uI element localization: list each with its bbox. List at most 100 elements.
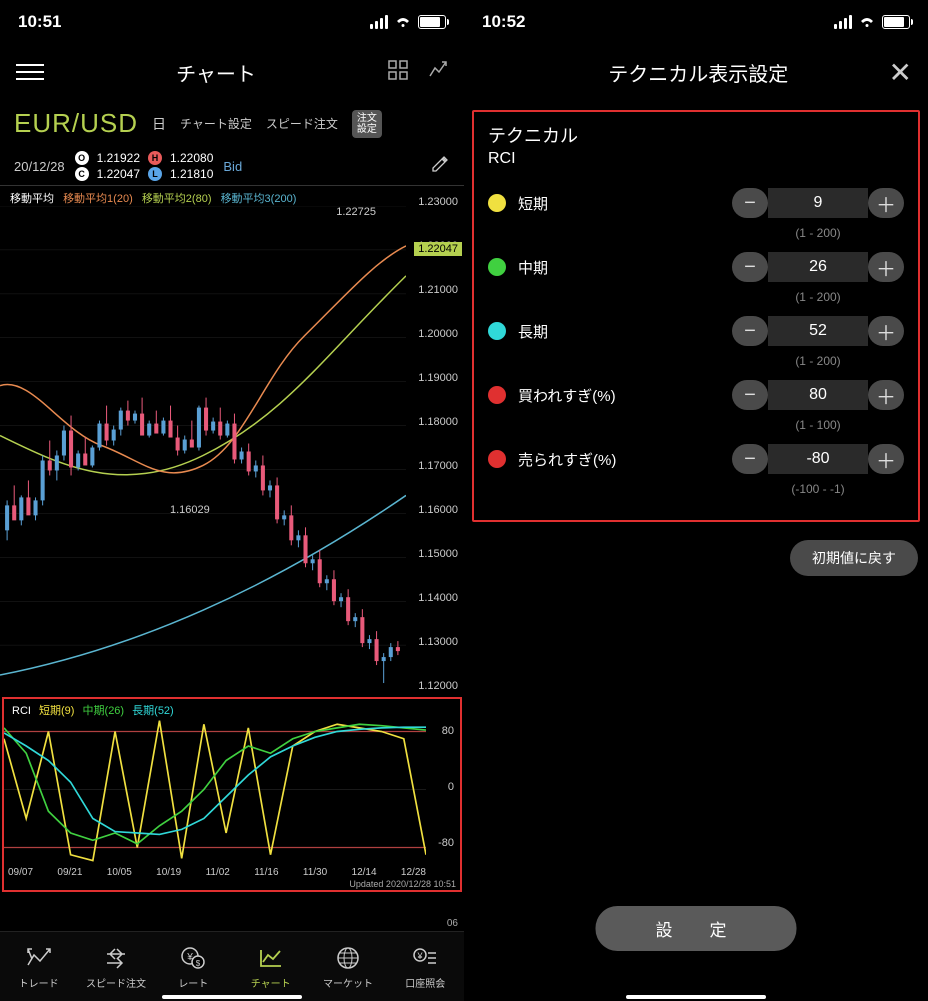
setting-label: 買われすぎ(%) [518,385,732,406]
stepper-value[interactable]: 52 [768,316,868,346]
home-indicator[interactable] [626,995,766,999]
status-indicators [370,15,446,29]
rci-x-axis: 09/0709/2110/0510/1911/0211/1611/3012/14… [8,867,426,878]
setting-row-2: 長期 − 52 ＋ [488,310,904,352]
setting-label: 長期 [518,321,732,342]
decrement-button[interactable]: − [732,444,768,474]
close-icon: C [75,167,89,181]
status-bar: 10:52 [464,0,928,44]
nav-chart[interactable]: チャート [232,932,309,1001]
layout-icon[interactable] [388,60,408,85]
symbol-bar: EUR/USD 日 チャート設定 スピード注文 注文設定 [0,100,464,147]
chart-settings-link[interactable]: チャート設定 [180,115,252,132]
chart-type-icon[interactable] [428,60,448,85]
period[interactable]: 日 [152,114,166,134]
bid-label[interactable]: Bid [223,159,242,174]
setting-range: (1 - 200) [732,354,904,368]
setting-range: (-100 - -1) [732,482,904,496]
stepper-value[interactable]: -80 [768,444,868,474]
stepper: − 26 ＋ [732,252,904,282]
setting-range: (1 - 200) [732,226,904,240]
technical-settings-panel: テクニカル RCI 短期 − 9 ＋ (1 - 200) 中期 − 26 ＋ (… [472,110,920,522]
status-time: 10:51 [18,12,61,32]
increment-button[interactable]: ＋ [868,188,904,218]
rci-svg [4,717,426,862]
setting-row-4: 売られすぎ(%) − -80 ＋ [488,438,904,480]
main-chart[interactable]: 移動平均 移動平均1(20) 移動平均2(80) 移動平均3(200) 1.23… [0,185,464,695]
header: チャート [0,44,464,100]
panel-subtitle: RCI [488,150,904,168]
edit-icon[interactable] [430,154,450,179]
date: 20/12/28 [14,159,65,174]
stepper-value[interactable]: 80 [768,380,868,410]
apply-button[interactable]: 設 定 [596,906,797,951]
setting-label: 短期 [518,193,732,214]
decrement-button[interactable]: − [732,188,768,218]
setting-row-0: 短期 − 9 ＋ [488,182,904,224]
open-icon: O [75,151,89,165]
nav-trade[interactable]: トレード [0,932,77,1001]
header-title: チャート [176,58,256,87]
rci-y-axis: 80 0 -80 [428,717,458,862]
market-icon [336,944,360,972]
settings-screen: 10:52 テクニカル表示設定 ✕ テクニカル RCI 短期 − 9 ＋ [464,0,928,1001]
svg-text:$: $ [196,959,201,968]
high-icon: H [148,151,162,165]
header: テクニカル表示設定 ✕ [464,44,928,100]
rci-chart[interactable]: RCI 短期(9) 中期(26) 長期(52) 80 0 -80 09/0709… [2,697,462,892]
candlestick-svg [0,206,406,695]
increment-button[interactable]: ＋ [868,380,904,410]
reset-button[interactable]: 初期値に戻す [790,540,918,576]
color-dot [488,386,506,404]
decrement-button[interactable]: − [732,380,768,410]
nav-speed[interactable]: スピード注文 [77,932,154,1001]
battery-icon [418,15,446,29]
increment-button[interactable]: ＋ [868,444,904,474]
rci-legend: RCI 短期(9) 中期(26) 長期(52) [12,702,179,718]
stepper: − -80 ＋ [732,444,904,474]
low-annotation: 1.16029 [170,504,210,516]
wifi-icon [394,15,412,29]
high-annotation: 1.22725 [336,206,376,218]
ma-legend: 移動平均 移動平均1(20) 移動平均2(80) 移動平均3(200) [10,190,302,206]
stepper: − 52 ＋ [732,316,904,346]
wifi-icon [858,15,876,29]
stepper-value[interactable]: 9 [768,188,868,218]
close-button[interactable]: ✕ [889,56,912,89]
stepper-value[interactable]: 26 [768,252,868,282]
nav-rate[interactable]: ¥$ レート [155,932,232,1001]
nav-account[interactable]: ¥ 口座照会 [387,932,464,1001]
chart-icon [258,944,284,972]
header-title: テクニカル表示設定 [608,58,788,87]
increment-button[interactable]: ＋ [868,316,904,346]
panel-title: テクニカル [488,122,904,148]
increment-button[interactable]: ＋ [868,252,904,282]
symbol[interactable]: EUR/USD [14,108,138,139]
extra-tick: 06 [447,918,458,929]
setting-row-3: 買われすぎ(%) − 80 ＋ [488,374,904,416]
status-indicators [834,15,910,29]
price-info: 20/12/28 O1.21922 H1.22080 C1.22047 L1.2… [0,147,464,185]
color-dot [488,194,506,212]
decrement-button[interactable]: − [732,316,768,346]
order-settings-button[interactable]: 注文設定 [352,110,382,138]
ohlc-values: O1.21922 H1.22080 C1.22047 L1.21810 [75,151,214,181]
y-axis: 1.230001.220001.210001.200001.190001.180… [406,186,464,695]
battery-icon [882,15,910,29]
current-price-label: 1.22047 [414,242,462,256]
rate-icon: ¥$ [180,944,206,972]
speed-order-link[interactable]: スピード注文 [266,115,338,132]
setting-label: 売られすぎ(%) [518,449,732,470]
low-icon: L [148,167,162,181]
setting-range: (1 - 200) [732,290,904,304]
signal-icon [834,15,852,29]
account-icon: ¥ [412,944,438,972]
nav-market[interactable]: マーケット [309,932,386,1001]
setting-range: (1 - 100) [732,418,904,432]
trade-icon [26,944,52,972]
decrement-button[interactable]: − [732,252,768,282]
speed-icon [103,944,129,972]
chart-screen: 10:51 チャート EUR/USD 日 チャート設定 [0,0,464,1001]
menu-button[interactable] [16,64,44,80]
home-indicator[interactable] [162,995,302,999]
